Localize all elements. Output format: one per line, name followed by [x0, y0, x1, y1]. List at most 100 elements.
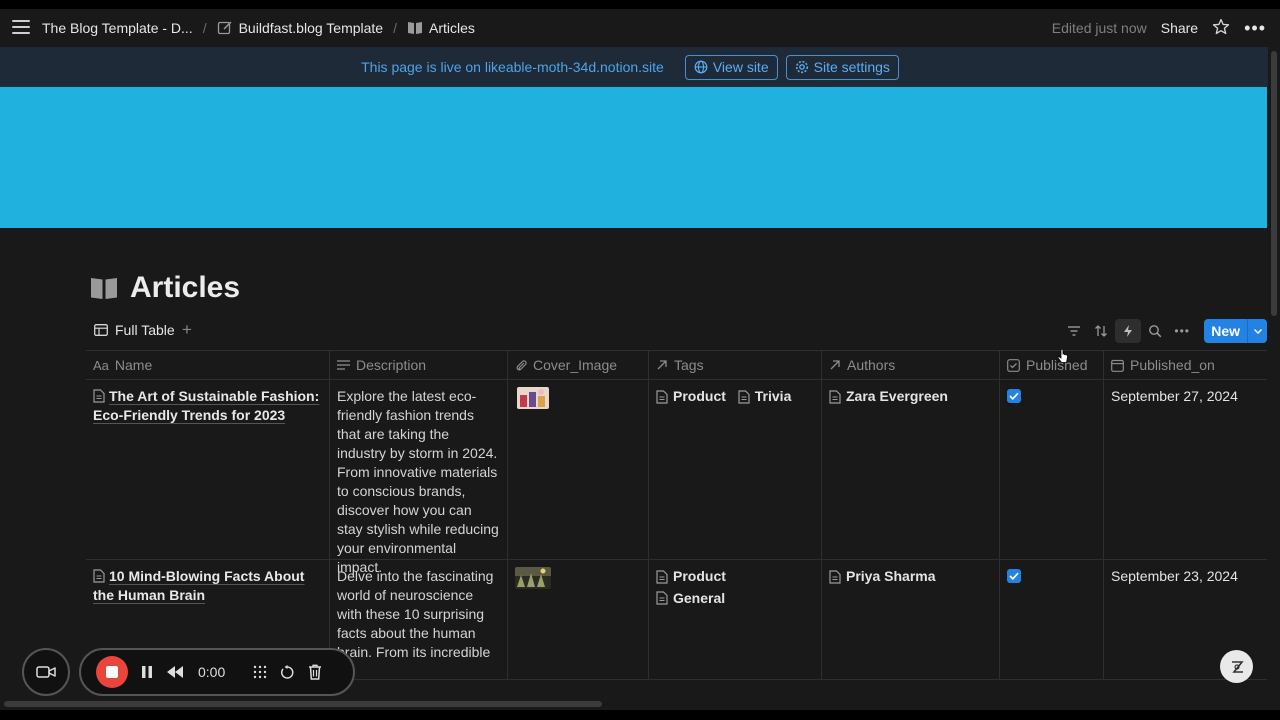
row-title: 10 Mind-Blowing Facts About the Human Br… — [93, 568, 305, 603]
tag-label: Product — [673, 568, 726, 584]
rewind-icon[interactable] — [166, 665, 184, 679]
book-icon — [91, 278, 117, 299]
site-live-banner: This page is live on likeable-moth-34d.n… — [0, 47, 1268, 87]
site-settings-label: Site settings — [813, 59, 890, 75]
book-icon — [407, 22, 422, 34]
relation-arrow-icon — [657, 360, 667, 370]
column-header-published[interactable]: Published — [1000, 351, 1104, 379]
top-actions: Edited just now Share ••• — [1052, 9, 1266, 47]
cover-thumbnail — [515, 567, 551, 589]
grid-icon[interactable] — [253, 665, 267, 679]
page-title-text: Articles — [130, 271, 241, 304]
column-label: Tags — [674, 357, 704, 373]
row-cover-cell[interactable] — [508, 380, 649, 559]
edit-page-icon — [217, 21, 232, 35]
view-site-button[interactable]: View site — [684, 54, 778, 80]
author-item[interactable]: Zara Evergreen — [829, 387, 948, 406]
page-icon — [93, 389, 105, 403]
new-button[interactable]: New — [1204, 319, 1247, 343]
row-name-cell[interactable]: The Art of Sustainable Fashion: Eco-Frie… — [86, 380, 330, 559]
sort-icon[interactable] — [1088, 319, 1114, 343]
column-header-authors[interactable]: Authors — [822, 351, 1000, 379]
trash-icon[interactable] — [308, 664, 322, 680]
column-header-published-on[interactable]: Published_on — [1104, 351, 1267, 379]
row-published-cell[interactable] — [1000, 560, 1104, 679]
mouse-pointer-icon — [1057, 349, 1068, 363]
page-icon — [829, 569, 841, 584]
restart-icon[interactable] — [280, 664, 295, 680]
articles-table: Aa Name Description Cover_Image Tags Aut… — [86, 350, 1267, 680]
row-description-cell[interactable]: Explore the latest eco-friendly fashion … — [330, 380, 508, 575]
breadcrumb: The Blog Template - D... / Buildfast.blo… — [42, 9, 475, 47]
author-label: Priya Sharma — [846, 568, 936, 584]
tag-item[interactable]: General — [656, 589, 725, 608]
vertical-scrollbar[interactable] — [1271, 51, 1277, 316]
pause-icon[interactable] — [141, 665, 153, 679]
checkmark-icon — [1009, 392, 1019, 400]
gear-icon — [795, 60, 808, 74]
row-cover-cell[interactable] — [508, 560, 649, 679]
page-title: Articles — [90, 271, 240, 305]
paperclip-icon — [516, 360, 527, 371]
column-header-name[interactable]: Aa Name — [86, 351, 330, 379]
page-icon — [738, 389, 750, 404]
menu-icon[interactable] — [12, 20, 30, 36]
view-site-label: View site — [712, 59, 769, 75]
tab-full-table[interactable]: Full Table — [94, 322, 175, 338]
tag-item[interactable]: Product — [656, 567, 726, 586]
row-authors-cell[interactable]: Priya Sharma — [822, 560, 1000, 679]
camera-toggle-button[interactable] — [22, 648, 70, 696]
page-icon — [829, 389, 841, 404]
tag-item[interactable]: Trivia — [738, 387, 791, 406]
table-row[interactable]: The Art of Sustainable Fashion: Eco-Frie… — [86, 380, 1267, 575]
database-view-bar: Full Table + ••• New — [86, 319, 1267, 345]
published-checkbox[interactable] — [1007, 569, 1021, 583]
breadcrumb-item-buildfast[interactable]: Buildfast.blog Template — [217, 20, 384, 36]
relation-arrow-icon — [830, 360, 840, 370]
row-tags-cell[interactable]: Product General — [649, 560, 822, 679]
breadcrumb-item-blog-template[interactable]: The Blog Template - D... — [42, 20, 193, 36]
chevron-down-icon[interactable] — [1247, 319, 1267, 343]
row-description-cell[interactable]: Delve into the fascinating world of neur… — [330, 560, 508, 679]
published-checkbox[interactable] — [1007, 389, 1021, 403]
site-settings-button[interactable]: Site settings — [785, 54, 899, 80]
globe-icon — [694, 60, 708, 74]
row-published-on-cell[interactable]: September 27, 2024 — [1104, 380, 1267, 559]
help-assistant-icon[interactable] — [1220, 650, 1253, 683]
more-options-icon[interactable]: ••• — [1244, 18, 1266, 39]
share-button[interactable]: Share — [1161, 20, 1198, 36]
column-label: Published_on — [1130, 357, 1215, 373]
tag-item[interactable]: Product — [656, 387, 726, 406]
row-tags-cell[interactable]: Product Trivia — [649, 380, 822, 559]
star-icon[interactable] — [1212, 18, 1230, 39]
column-label: Name — [114, 357, 153, 373]
row-published-cell[interactable] — [1000, 380, 1104, 559]
breadcrumb-label: The Blog Template - D... — [42, 20, 193, 36]
video-camera-icon — [36, 666, 56, 678]
more-icon[interactable]: ••• — [1169, 319, 1195, 343]
breadcrumb-label: Buildfast.blog Template — [238, 20, 384, 36]
row-authors-cell[interactable]: Zara Evergreen — [822, 380, 1000, 559]
author-label: Zara Evergreen — [846, 388, 948, 404]
database-tools: ••• New — [1060, 319, 1267, 343]
breadcrumb-item-articles[interactable]: Articles — [407, 20, 475, 36]
table-header: Aa Name Description Cover_Image Tags Aut… — [86, 350, 1267, 380]
page-icon — [656, 569, 668, 584]
tag-label: Product — [673, 388, 726, 404]
horizontal-scrollbar[interactable] — [4, 701, 602, 707]
filter-icon[interactable] — [1061, 319, 1087, 343]
stop-recording-button[interactable] — [96, 656, 128, 688]
recording-time: 0:00 — [198, 664, 226, 680]
column-header-description[interactable]: Description — [330, 351, 508, 379]
checkbox-property-icon — [1007, 358, 1020, 372]
column-label: Cover_Image — [533, 357, 618, 373]
automation-lightning-icon[interactable] — [1115, 319, 1142, 343]
add-view-icon[interactable]: + — [182, 320, 192, 340]
search-icon[interactable] — [1142, 319, 1168, 343]
notion-app: The Blog Template - D... / Buildfast.blo… — [0, 9, 1280, 710]
column-header-tags[interactable]: Tags — [649, 351, 822, 379]
checkmark-icon — [1009, 572, 1019, 580]
breadcrumb-separator: / — [202, 20, 207, 36]
author-item[interactable]: Priya Sharma — [829, 567, 936, 586]
column-header-cover-image[interactable]: Cover_Image — [508, 351, 649, 379]
